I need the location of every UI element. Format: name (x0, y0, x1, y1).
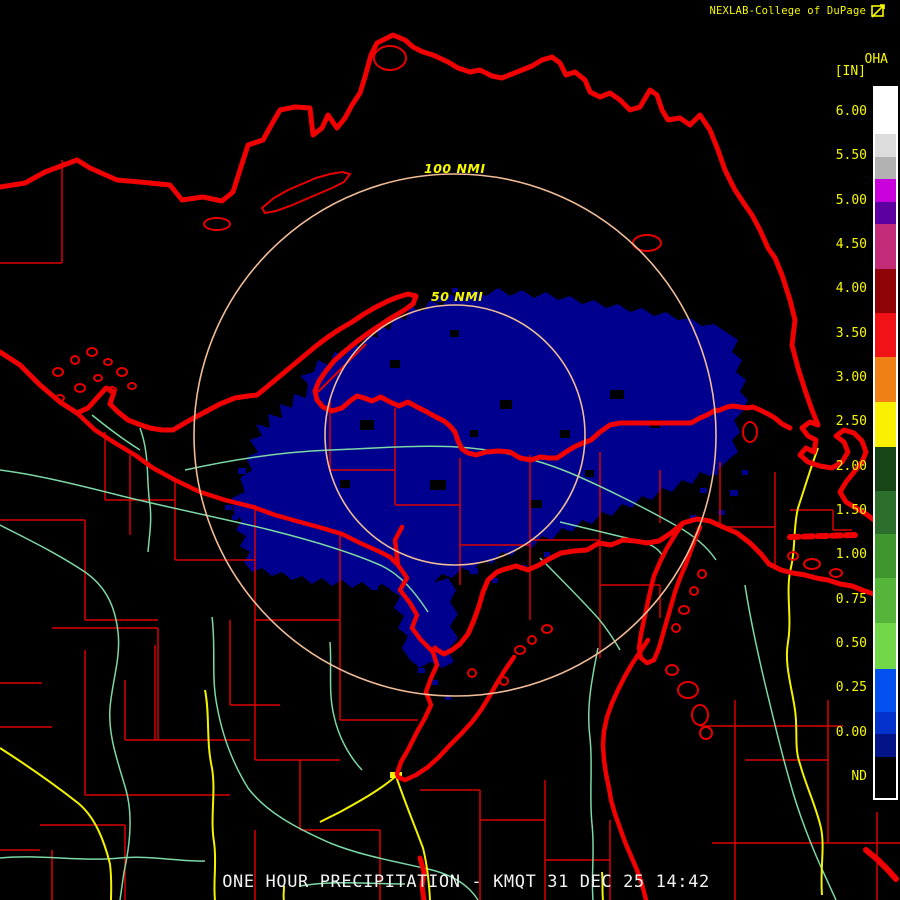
scale-tick-label: 2.50 (835, 414, 867, 430)
scale-color-segment (875, 578, 896, 623)
scale-tick-label: 1.50 (835, 502, 867, 518)
scale-color-segment (875, 447, 896, 491)
header-brand: NEXLAB-College of DuPage (709, 5, 866, 17)
precipitation-layer (225, 288, 748, 700)
scale-color-segment (875, 669, 896, 712)
scale-tick-label: 0.00 (835, 724, 867, 740)
scale-color-segment (875, 623, 896, 669)
scale-tick-label: 5.50 (835, 148, 867, 164)
scale-tick-label: 1.00 (835, 547, 867, 563)
scale-color-segment (875, 269, 896, 313)
scale-color-segment (875, 491, 896, 534)
radar-product-viewer: NEXLAB-College of DuPage OHA [IN] 6.00 5.… (0, 0, 900, 900)
scale-tick-label: 2.00 (835, 458, 867, 474)
scale-color-segment (875, 712, 896, 734)
product-caption: ONE HOUR PRECIPITATION - KMQT 31 DEC 25 … (222, 872, 710, 892)
scale-tick-label: 0.50 (835, 635, 867, 651)
scale-tick-label: 4.50 (835, 236, 867, 252)
scale-color-segment (875, 357, 896, 402)
product-code-label: OHA (864, 52, 888, 67)
scale-color-segment (875, 134, 896, 157)
scale-color-segment (875, 179, 896, 202)
scale-color-segment (875, 402, 896, 447)
scale-color-segment (875, 202, 896, 224)
scale-color-segment (875, 313, 896, 357)
scale-tick-label: 3.50 (835, 325, 867, 341)
scale-color-segment (875, 157, 896, 179)
precip-color-scale (873, 86, 898, 800)
radar-map-canvas (0, 32, 900, 900)
scale-tick-label: 0.75 (835, 591, 867, 607)
scale-color-segment (875, 224, 896, 269)
flag-icon (871, 4, 885, 18)
range-ring-label-100nmi: 100 NMI (424, 161, 486, 176)
scale-color-segment (875, 734, 896, 757)
scale-tick-label: 3.00 (835, 369, 867, 385)
product-units-label: [IN] (834, 64, 866, 79)
scale-tick-label: 0.25 (835, 680, 867, 696)
range-ring-label-50nmi: 50 NMI (431, 289, 484, 304)
scale-color-segment (875, 88, 896, 134)
scale-color-segment (875, 534, 896, 578)
scale-tick-label: 6.00 (835, 104, 867, 119)
scale-tick-label: 4.00 (835, 281, 867, 297)
scale-tick-label: ND (851, 768, 867, 784)
scale-tick-label: 5.00 (835, 192, 867, 208)
scale-color-segment (875, 757, 896, 798)
